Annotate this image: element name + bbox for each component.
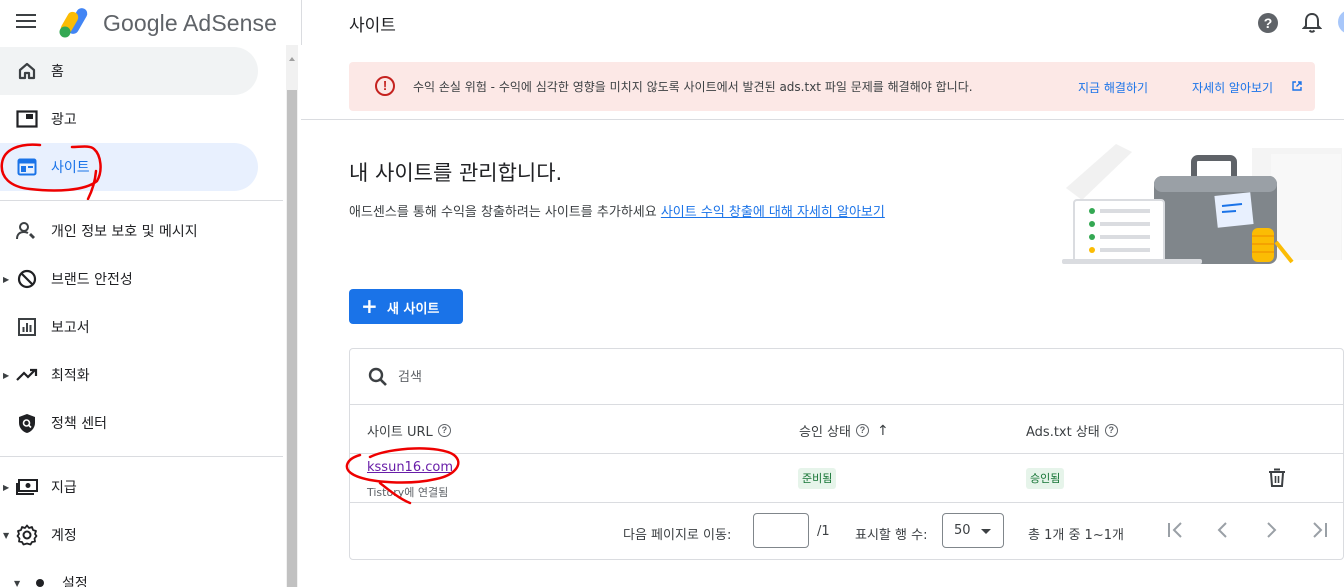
delete-icon[interactable]: [1268, 468, 1286, 488]
sidebar-item-brand-safety[interactable]: ▶ 브랜드 안전성: [0, 255, 258, 303]
red-annotation-circle: [345, 447, 460, 505]
add-icon: +: [361, 294, 378, 318]
sidebar-item-reports[interactable]: 보고서: [0, 303, 258, 351]
new-site-label: 새 사이트: [387, 302, 440, 317]
expand-caret-icon[interactable]: ▶: [3, 275, 9, 284]
sidebar-item-settings[interactable]: ▼ 설정: [0, 559, 258, 587]
collapse-caret-icon[interactable]: ▼: [3, 531, 9, 540]
help-icon[interactable]: ?: [1104, 424, 1118, 437]
privacy-icon: [15, 219, 39, 243]
hero-title: 내 사이트를 관리합니다.: [349, 161, 563, 185]
table-row: kssun16.com Tistory에 연결됨 준비됨 승인됨: [350, 454, 1344, 503]
scroll-up-icon[interactable]: [289, 57, 295, 61]
expand-caret-icon[interactable]: ▶: [3, 371, 9, 380]
sidebar-divider: [0, 200, 283, 201]
column-label: 사이트 URL: [367, 425, 433, 440]
approval-status-badge: 준비됨: [798, 468, 837, 489]
sort-arrow-icon[interactable]: ↑: [877, 423, 889, 439]
reports-icon: [15, 315, 39, 339]
alert-message: 수익 손실 위험 - 수익에 심각한 영향을 미치지 않도록 사이트에서 발견된…: [413, 80, 973, 94]
sidebar-divider: [0, 456, 283, 457]
avatar[interactable]: [1338, 10, 1344, 34]
red-annotation-circle: [0, 143, 102, 201]
error-icon: !: [375, 76, 395, 96]
ads-txt-status-badge: 승인됨: [1026, 468, 1065, 489]
rows-per-page-label: 표시할 행 수:: [855, 528, 928, 543]
dropdown-arrow-icon: [981, 529, 991, 534]
briefcase-illustration: [1062, 144, 1342, 264]
column-label: Ads.txt 상태: [1026, 425, 1100, 440]
page-count: /1: [817, 524, 830, 539]
ads-txt-alert: ! 수익 손실 위험 - 수익에 심각한 영향을 미치지 않도록 사이트에서 발…: [349, 62, 1315, 111]
content-divider: [301, 119, 1344, 120]
new-site-button[interactable]: + 새 사이트: [349, 289, 463, 324]
sidebar-item-label: 계정: [51, 528, 77, 544]
last-page-icon[interactable]: [1308, 519, 1330, 541]
sidebar-item-label: 브랜드 안전성: [51, 272, 133, 288]
sidebar-item-label: 최적화: [51, 368, 90, 384]
learn-site-monetization-link[interactable]: 사이트 수익 창출에 대해 자세히 알아보기: [661, 205, 885, 220]
column-header-approval-status[interactable]: 승인 상태 ? ↑: [799, 421, 889, 441]
help-icon[interactable]: ?: [1258, 13, 1278, 33]
hero-subtitle-text: 애드센스를 통해 수익을 창출하려는 사이트를 추가하세요: [349, 205, 657, 220]
learn-more-link[interactable]: 자세히 알아보기: [1192, 79, 1273, 96]
sidebar-scrollbar[interactable]: [286, 45, 298, 587]
sidebar-item-label: 보고서: [51, 320, 90, 336]
brand-name: Google AdSense: [103, 10, 278, 36]
sites-table: 사이트 URL ? 승인 상태 ? ↑ Ads.txt 상태 ? kssun16…: [345, 348, 1344, 560]
header-divider: [301, 0, 302, 45]
search-icon: [368, 367, 387, 386]
sidebar-item-policy-center[interactable]: 정책 센터: [0, 399, 258, 447]
goto-page-label: 다음 페이지로 이동:: [623, 528, 732, 543]
notifications-icon[interactable]: [1302, 12, 1322, 34]
column-header-ads-txt-status[interactable]: Ads.txt 상태 ?: [1026, 421, 1118, 440]
sidebar-item-label: 광고: [51, 112, 77, 128]
table-search-row: [350, 349, 1344, 405]
sidebar-item-label: 홈: [51, 64, 64, 80]
sidebar: 홈 광고 사이트 개인 정보 보호 및 메시지 ▶ 브랜드 안전성 보고서 ▶ …: [0, 45, 300, 587]
table-header-row: 사이트 URL ? 승인 상태 ? ↑ Ads.txt 상태 ?: [350, 405, 1344, 454]
menu-icon[interactable]: [16, 14, 38, 32]
open-in-new-icon: [1292, 81, 1302, 91]
column-header-site-url[interactable]: 사이트 URL ?: [367, 421, 451, 440]
expand-caret-icon[interactable]: ▶: [3, 483, 9, 492]
gear-icon: [15, 523, 39, 547]
sidebar-item-label: 정책 센터: [51, 416, 107, 432]
top-app-bar: Google AdSense 사이트 ?: [0, 0, 1344, 45]
sidebar-item-label: 지급: [51, 480, 77, 496]
page-title: 사이트: [349, 16, 396, 36]
home-icon: [15, 59, 39, 83]
sidebar-item-account[interactable]: ▼ 계정: [0, 511, 258, 559]
hero-subtitle: 애드센스를 통해 수익을 창출하려는 사이트를 추가하세요 사이트 수익 창출에…: [349, 201, 885, 220]
dot-icon: [28, 571, 52, 587]
sidebar-item-label: 개인 정보 보호 및 메시지: [51, 224, 198, 240]
help-icon[interactable]: ?: [855, 424, 869, 437]
sidebar-item-privacy[interactable]: 개인 정보 보호 및 메시지: [0, 207, 258, 255]
sidebar-item-optimization[interactable]: ▶ 최적화: [0, 351, 258, 399]
sidebar-item-ads[interactable]: 광고: [0, 95, 258, 143]
brand-safety-icon: [15, 267, 39, 291]
collapse-caret-icon[interactable]: ▼: [14, 579, 20, 587]
adsense-logo: [59, 8, 88, 38]
policy-icon: [15, 411, 39, 435]
previous-page-icon[interactable]: [1212, 519, 1234, 541]
rows-per-page-value: 50: [954, 523, 971, 538]
pagination-summary: 총 1개 중 1~1개: [1028, 528, 1124, 543]
scrollbar-thumb[interactable]: [287, 90, 297, 587]
fix-now-link[interactable]: 지금 해결하기: [1078, 79, 1148, 96]
ads-icon: [15, 107, 39, 131]
pagination-bar: 다음 페이지로 이동: /1 표시할 행 수: 50 총 1개 중 1~1개: [350, 503, 1344, 559]
column-label: 승인 상태: [799, 425, 851, 440]
rows-per-page-select[interactable]: 50: [942, 513, 1004, 548]
help-icon[interactable]: ?: [437, 424, 451, 437]
sidebar-item-label: 설정: [62, 576, 88, 587]
next-page-icon[interactable]: [1260, 519, 1282, 541]
sidebar-item-payments[interactable]: ▶ 지급: [0, 463, 258, 511]
search-input[interactable]: [398, 365, 798, 389]
page-number-input[interactable]: [753, 513, 809, 548]
sidebar-item-home[interactable]: 홈: [0, 47, 258, 95]
first-page-icon[interactable]: [1165, 519, 1187, 541]
optimization-icon: [15, 363, 39, 387]
payments-icon: [15, 475, 39, 499]
